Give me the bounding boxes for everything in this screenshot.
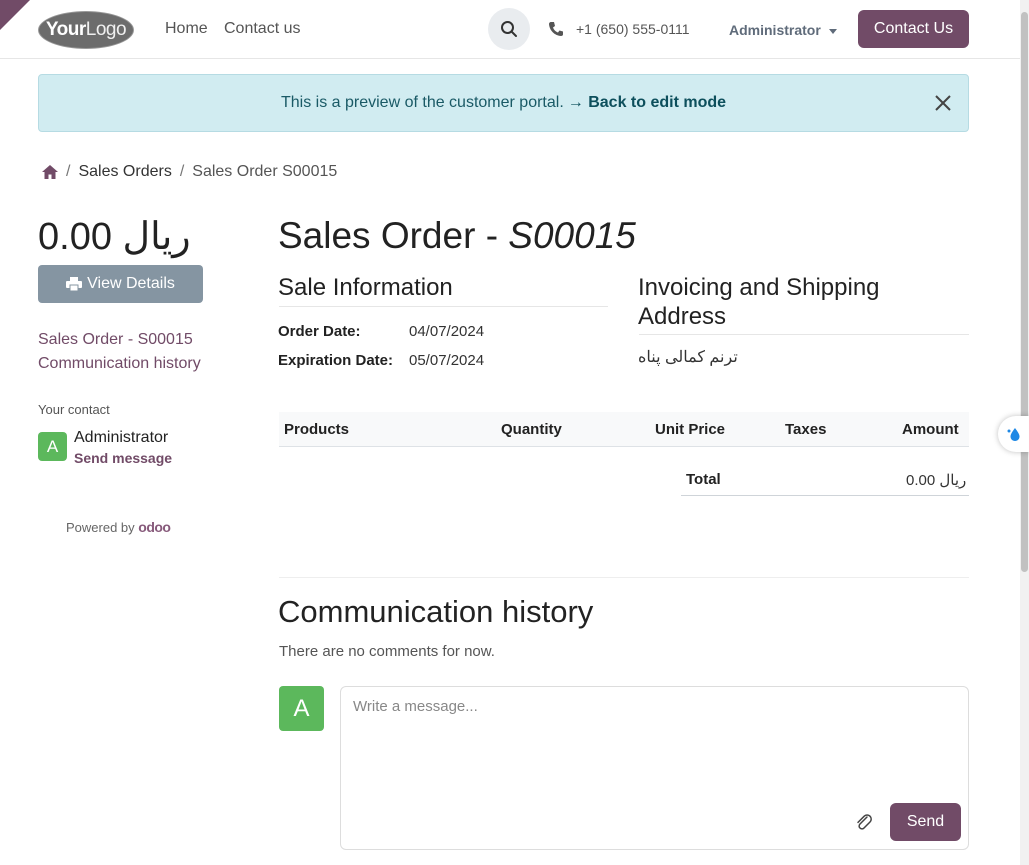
view-details-button[interactable]: View Details bbox=[38, 265, 203, 303]
total-value: 0.00 ریال bbox=[906, 472, 967, 489]
view-details-label: View Details bbox=[87, 275, 175, 292]
user-menu[interactable]: Administrator bbox=[729, 22, 837, 38]
column-amount: Amount bbox=[902, 421, 959, 438]
total-label: Total bbox=[686, 471, 721, 488]
breadcrumb-separator: / bbox=[66, 163, 71, 180]
preview-alert: This is a preview of the customer portal… bbox=[38, 74, 969, 132]
message-input[interactable]: Write a message... bbox=[353, 698, 478, 715]
divider bbox=[639, 334, 969, 335]
close-icon[interactable] bbox=[934, 94, 952, 112]
phone-icon bbox=[549, 22, 563, 36]
user-menu-label: Administrator bbox=[729, 22, 821, 38]
send-message-link[interactable]: Send message bbox=[74, 450, 172, 466]
nav-home-link[interactable]: Home bbox=[165, 20, 208, 38]
products-table-header: Products Quantity Unit Price Taxes Amoun… bbox=[279, 412, 969, 447]
sidebar-link-communication[interactable]: Communication history bbox=[38, 355, 201, 373]
avatar: A bbox=[38, 432, 67, 461]
search-button[interactable] bbox=[488, 8, 530, 50]
column-unit-price: Unit Price bbox=[655, 421, 726, 438]
message-composer[interactable]: Write a message... Send bbox=[340, 686, 969, 850]
page-title: Sales Order - S00015 bbox=[278, 215, 636, 257]
contact-name: Administrator bbox=[74, 429, 169, 446]
expiration-date-label: Expiration Date: bbox=[278, 352, 394, 369]
divider bbox=[279, 306, 608, 307]
paperclip-icon[interactable] bbox=[855, 813, 873, 831]
print-icon bbox=[66, 277, 83, 291]
breadcrumb-sales-orders[interactable]: Sales Orders bbox=[78, 163, 171, 181]
expiration-date-value: 05/07/2024 bbox=[409, 352, 485, 369]
top-navbar: YourLogo Home Contact us +1 (650) 555-01… bbox=[0, 0, 1020, 59]
address-name: ترنم کمالی پناه bbox=[638, 349, 738, 366]
scrollbar-thumb[interactable] bbox=[1021, 12, 1028, 572]
communication-heading: Communication history bbox=[278, 594, 594, 629]
logo-text-bold: Your bbox=[45, 19, 86, 40]
breadcrumb-separator: / bbox=[179, 163, 185, 180]
corner-ribbon bbox=[0, 0, 30, 30]
order-date-label: Order Date: bbox=[278, 323, 361, 340]
order-reference: S00015 bbox=[508, 215, 636, 256]
search-icon bbox=[501, 21, 517, 37]
powered-by-label: Powered by bbox=[66, 520, 135, 535]
order-date-value: 04/07/2024 bbox=[409, 323, 485, 340]
avatar: A bbox=[279, 686, 324, 731]
logo-text-light: Logo bbox=[85, 19, 127, 40]
water-drop-icon bbox=[1007, 428, 1020, 441]
alert-message: This is a preview of the customer portal… bbox=[280, 94, 564, 111]
no-comments-text: There are no comments for now. bbox=[279, 643, 495, 660]
phone-number[interactable]: +1 (650) 555-0111 bbox=[576, 21, 690, 37]
sale-information-heading: Sale Information bbox=[278, 274, 453, 301]
breadcrumb: / Sales Orders / Sales Order S00015 bbox=[42, 163, 337, 181]
column-products: Products bbox=[284, 421, 350, 438]
back-to-edit-link[interactable]: → Back to edit mode bbox=[568, 94, 726, 112]
nav-contact-link[interactable]: Contact us bbox=[224, 20, 300, 38]
your-contact-label: Your contact bbox=[38, 402, 110, 417]
column-taxes: Taxes bbox=[785, 421, 827, 438]
breadcrumb-current: Sales Order S00015 bbox=[192, 163, 338, 180]
floating-widget[interactable] bbox=[998, 416, 1029, 452]
divider bbox=[681, 495, 969, 496]
contact-us-button[interactable]: Contact Us bbox=[858, 10, 969, 48]
home-icon[interactable] bbox=[42, 165, 58, 179]
title-prefix: Sales Order - bbox=[278, 215, 509, 256]
divider bbox=[279, 577, 969, 578]
odoo-logo: odoo bbox=[138, 519, 171, 535]
send-button[interactable]: Send bbox=[890, 803, 961, 841]
chevron-down-icon bbox=[828, 28, 837, 34]
column-quantity: Quantity bbox=[501, 421, 562, 438]
powered-by[interactable]: Powered by odoo bbox=[66, 519, 171, 535]
order-total-price: 0.00 ریال bbox=[38, 216, 191, 258]
company-logo[interactable]: YourLogo bbox=[38, 11, 134, 49]
sidebar-link-sales-order[interactable]: Sales Order - S00015 bbox=[38, 331, 193, 349]
address-heading: Invoicing and Shipping Address bbox=[638, 274, 880, 330]
